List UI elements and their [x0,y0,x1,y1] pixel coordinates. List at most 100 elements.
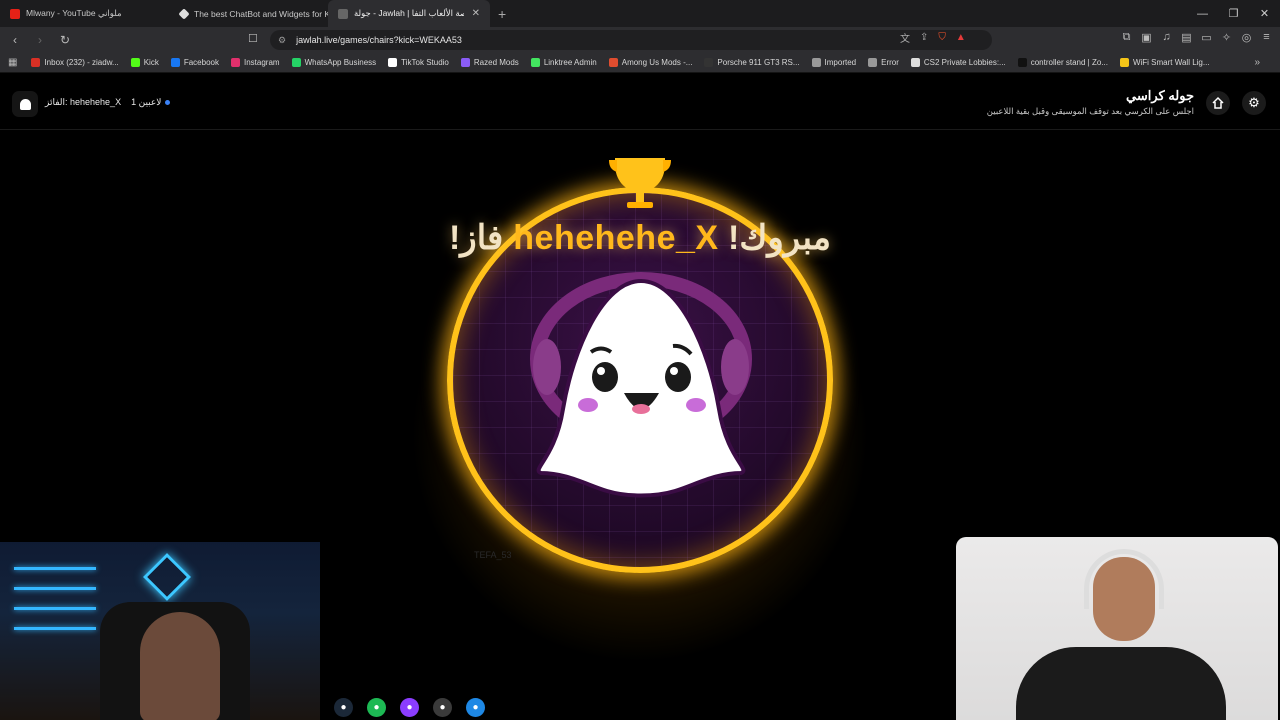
bookmark-label: Imported [824,58,857,67]
plus-icon[interactable]: + [498,6,506,22]
media-icon[interactable]: ♫ [1161,31,1172,44]
bookmark-item[interactable]: CS2 Private Lobbies:... [910,58,1006,67]
bookmark-item[interactable]: Facebook [170,58,219,67]
winner-label: الفائز: hehehehe_X [45,97,122,107]
bookmark-favicon-icon [530,58,540,67]
chevron-more-icon[interactable]: » [1254,57,1260,68]
bookmark-item[interactable]: Among Us Mods -... [608,58,693,67]
bookmark-item[interactable]: WhatsApp Business [291,58,377,67]
bookmark-label: Error [881,58,899,67]
bookmark-label: Facebook [183,58,219,67]
tab-title: The best ChatBot and Widgets for Ki [194,8,328,19]
taskbar-icons: ● ● ● ● ● [334,698,485,717]
browser-icon[interactable]: ● [466,698,485,717]
messenger-icon[interactable]: ● [400,698,419,717]
bookmarks-bar: ▦ Inbox (232) - ziadw... Kick Facebook Inst… [0,53,1280,73]
tab-title: Mlwany - YouTube ملواني [26,8,122,18]
share-icon[interactable]: ⇪ [920,32,928,43]
spotify-icon[interactable]: ● [367,698,386,717]
bookmark-favicon-icon [170,58,180,67]
bookmark-item[interactable]: TikTok Studio [388,58,449,67]
diamond-icon [178,7,190,20]
bookmark-label: WiFi Smart Wall Lig... [1132,58,1210,67]
bookmark-item[interactable]: Imported [811,58,857,67]
bookmark-favicon-icon [291,58,301,67]
sidebar-icon[interactable]: ▤ [1181,31,1192,44]
bookmark-item[interactable]: Kick [130,58,159,67]
bookmark-label: Inbox (232) - ziadw... [44,58,119,67]
game-title: جوله كراسي [1126,88,1194,103]
faded-player-name: TEFA_53 [474,550,512,560]
online-dot-icon [165,100,171,105]
leo-icon[interactable]: ✧ [1221,31,1232,44]
extensions-icon[interactable]: ⧉ [1121,31,1132,44]
bookmark-item[interactable]: controller stand | Zo... [1017,58,1108,67]
brave-rewards-icon[interactable]: ▲ [956,32,966,43]
bookmark-favicon-icon [868,58,878,67]
bookmark-favicon-icon [704,58,714,67]
back-icon[interactable]: ‹ [5,33,25,47]
bookmark-favicon-icon [388,58,398,67]
bookmark-label: Among Us Mods -... [621,58,693,67]
url-field[interactable]: ⚙ jawlah.live/games/chairs?kick=WEKAA53 [270,30,992,50]
translate-icon[interactable]: 文 [900,30,910,45]
bookmark-favicon-icon [31,58,41,67]
bookmark-label: Linktree Admin [543,58,597,67]
home-icon [1212,96,1224,109]
menu-icon[interactable]: ≡ [1261,31,1272,44]
headset-icon [1084,549,1164,609]
jawlah-logo[interactable] [12,91,38,117]
youtube-icon [10,8,20,19]
brave-shield-icon[interactable]: ⛉ [938,32,946,43]
restore-icon[interactable]: ❐ [1218,7,1249,20]
forward-icon[interactable]: › [30,33,50,47]
jawlah-game-page: الفائز: hehehehe_X 1 لاعبين جوله كراسي ا… [0,74,1280,720]
bookmark-item[interactable]: Instagram [230,58,280,67]
bookmark-favicon-icon [130,58,140,67]
bookmark-item[interactable]: Inbox (232) - ziadw... [31,58,119,67]
game-header: الفائز: hehehehe_X 1 لاعبين جوله كراسي ا… [0,74,1280,130]
bookmark-item[interactable]: Porsche 911 GT3 RS... [704,58,800,67]
obs-icon[interactable]: ● [433,698,452,717]
congrats-suffix: فاز! [448,219,514,257]
ghost-avatar [530,272,752,498]
bookmark-item[interactable]: Error [868,58,899,67]
home-button[interactable] [1206,91,1230,115]
tab-jawlah[interactable]: جولة - Jawlah | منصة الألعاب التفا ✕ [328,0,490,27]
url-text: jawlah.live/games/chairs?kick=WEKAA53 [296,35,462,45]
bookmark-label: Kick [143,58,159,67]
bookmark-favicon-icon [230,58,240,67]
bookmark-item[interactable]: Razed Mods [460,58,519,67]
steam-icon[interactable]: ● [334,698,353,717]
close-tab-icon[interactable]: ✕ [472,8,480,19]
settings-button[interactable]: ⚙ [1242,91,1266,115]
reload-icon[interactable]: ↻ [55,33,75,47]
tab-title: جولة - Jawlah | منصة الألعاب التفا [354,8,464,18]
close-window-icon[interactable]: ✕ [1249,7,1280,20]
tab-youtube[interactable]: Mlwany - YouTube ملواني [0,0,170,27]
players-count: 1 لاعبين [131,97,171,108]
bookmark-icon[interactable]: ☐ [248,32,258,45]
screenshot-icon[interactable]: ▣ [1141,31,1152,44]
bookmarks-list: Inbox (232) - ziadw... Kick Facebook Instag… [31,58,1221,67]
bookmark-label: CS2 Private Lobbies:... [923,58,1006,67]
url-action-icons: 文 ⇪ ⛉ ▲ [900,27,980,47]
vpn-icon[interactable]: ◎ [1241,31,1252,44]
bookmark-item[interactable]: WiFi Smart Wall Lig... [1119,58,1210,67]
wallet-icon[interactable]: ▭ [1201,31,1212,44]
gear-icon: ⚙ [1248,95,1260,110]
winner-info: الفائز: hehehehe_X 1 لاعبين [45,97,171,108]
streamer-figure [140,612,220,720]
apps-grid-icon[interactable]: ▦ [8,57,17,68]
game-subtitle: اجلس على الكرسي بعد توقف الموسيقى وقبل ب… [986,106,1194,116]
bookmark-label: controller stand | Zo... [1030,58,1108,67]
bookmark-label: Razed Mods [473,58,519,67]
site-info-icon[interactable]: ⚙ [278,35,286,46]
tab-chatbot[interactable]: The best ChatBot and Widgets for Ki [170,0,328,27]
bookmark-item[interactable]: Linktree Admin [530,58,597,67]
minimize-icon[interactable]: — [1187,8,1218,20]
bookmark-label: WhatsApp Business [304,58,377,67]
congrats-prefix: مبروك! [718,219,832,257]
streamer-webcam-room [0,542,320,720]
winner-name: hehehehe_X [513,219,719,257]
